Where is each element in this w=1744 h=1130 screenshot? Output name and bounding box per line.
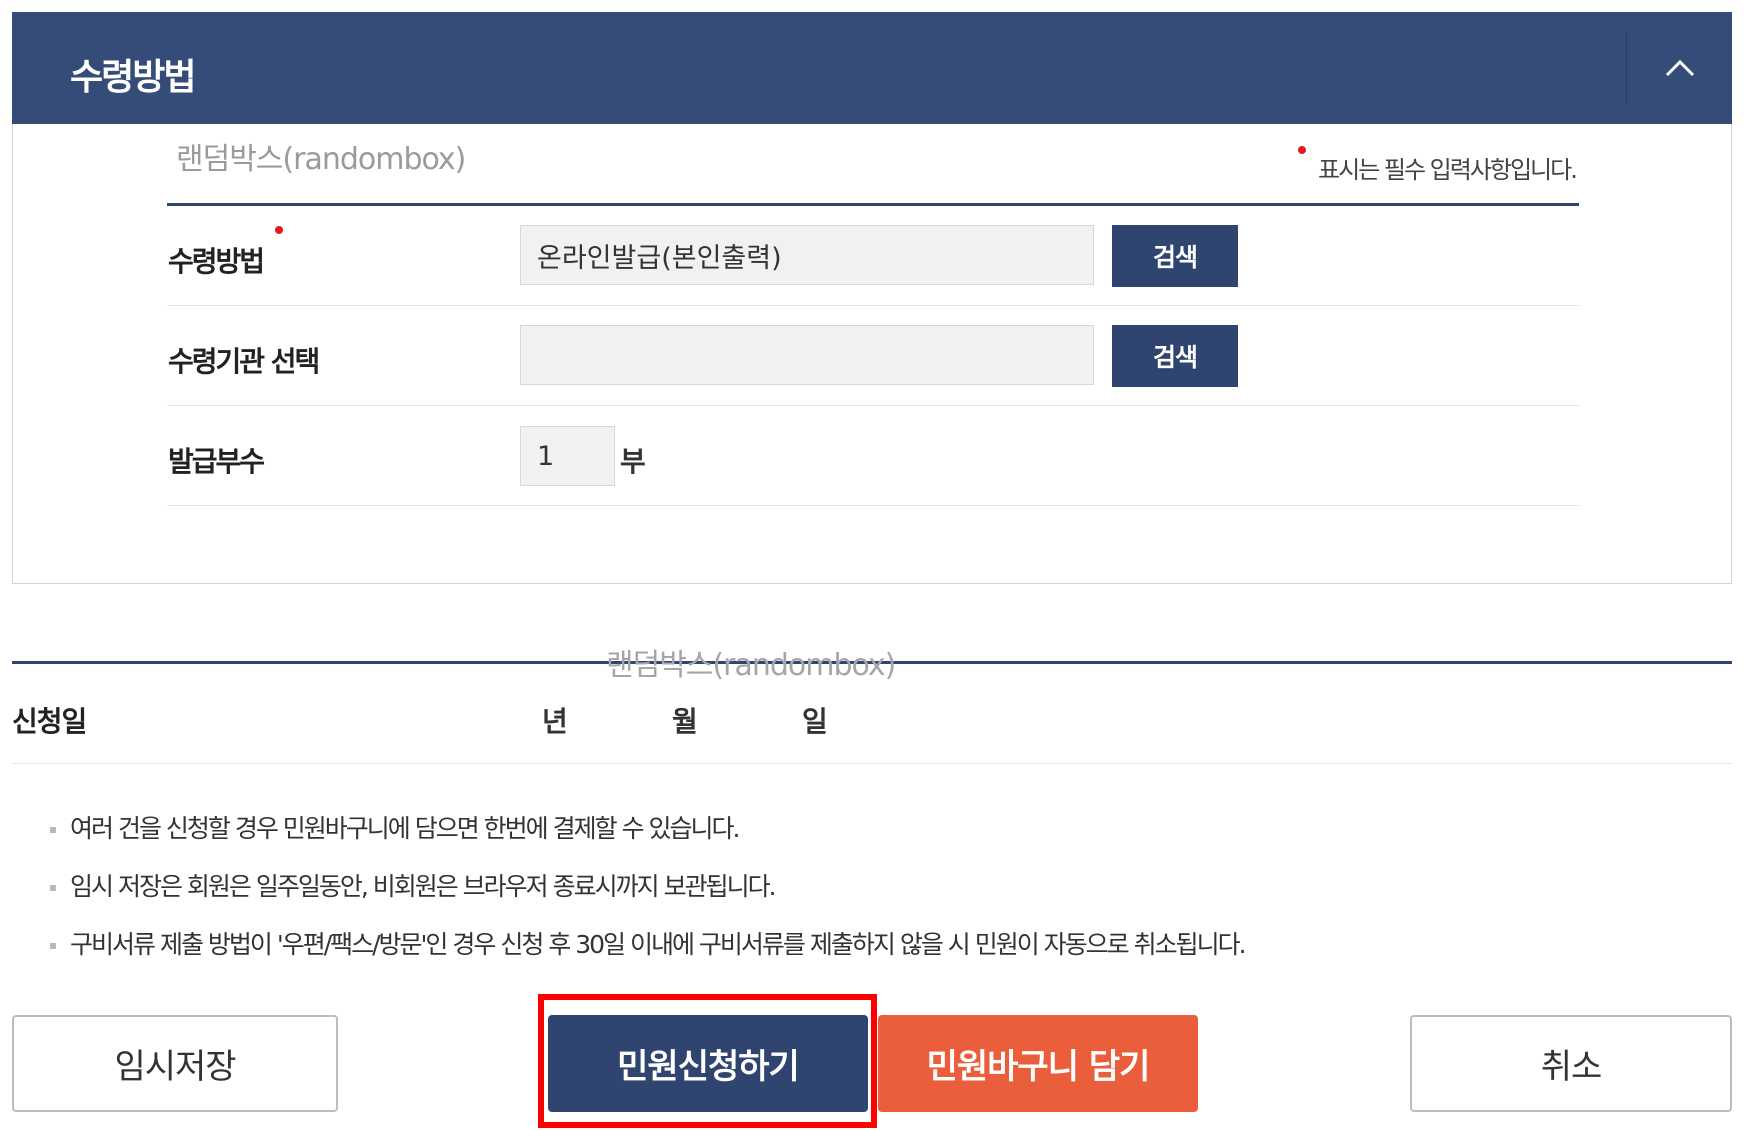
- cancel-button[interactable]: 취소: [1410, 1015, 1732, 1112]
- row-divider: [167, 305, 1579, 306]
- form-top-border: [167, 203, 1579, 206]
- temp-save-button[interactable]: 임시저장: [12, 1015, 338, 1112]
- date-bottom-border: [12, 763, 1732, 764]
- label-receipt-agency: 수령기관 선택: [168, 345, 320, 378]
- receipt-method-input[interactable]: [520, 225, 1094, 285]
- panel-title: 수령방법: [70, 57, 196, 98]
- day-unit: 일: [802, 705, 828, 738]
- search-button-receipt-agency[interactable]: 검색: [1112, 325, 1238, 387]
- application-date-label: 신청일: [12, 705, 87, 738]
- row-divider: [167, 505, 1579, 506]
- watermark: 랜덤박스(randombox): [606, 648, 896, 683]
- watermark: 랜덤박스(randombox): [176, 142, 466, 177]
- notice-item: 구비서류 제출 방법이 '우편/팩스/방문'인 경우 신청 후 30일 이내에 …: [48, 928, 1247, 986]
- notice-list: 여러 건을 신청할 경우 민원바구니에 담으면 한번에 결제할 수 있습니다. …: [48, 812, 1247, 986]
- receipt-agency-input[interactable]: [520, 325, 1094, 385]
- label-receipt-method: 수령방법: [168, 245, 265, 278]
- required-note: 표시는 필수 입력사항입니다.: [1318, 156, 1578, 184]
- notice-item: 임시 저장은 회원은 일주일동안, 비회원은 브라우저 종료시까지 보관됩니다.: [48, 870, 1245, 928]
- notice-item: 여러 건을 신청할 경우 민원바구니에 담으면 한번에 결제할 수 있습니다.: [48, 812, 1245, 870]
- copies-unit: 부: [620, 445, 646, 478]
- required-marker: [1298, 146, 1306, 154]
- panel-header: 수령방법: [12, 12, 1732, 124]
- search-button-receipt-method[interactable]: 검색: [1112, 225, 1238, 287]
- label-copies: 발급부수: [168, 445, 265, 478]
- row-divider: [167, 405, 1579, 406]
- month-unit: 월: [672, 705, 698, 738]
- apply-button[interactable]: 민원신청하기: [548, 1015, 868, 1112]
- chevron-up-icon: [1665, 59, 1694, 77]
- required-marker: [275, 226, 283, 234]
- collapse-button[interactable]: [1627, 12, 1732, 124]
- add-to-basket-button[interactable]: 민원바구니 담기: [878, 1015, 1198, 1112]
- year-unit: 년: [542, 705, 568, 738]
- copies-input[interactable]: [520, 426, 615, 486]
